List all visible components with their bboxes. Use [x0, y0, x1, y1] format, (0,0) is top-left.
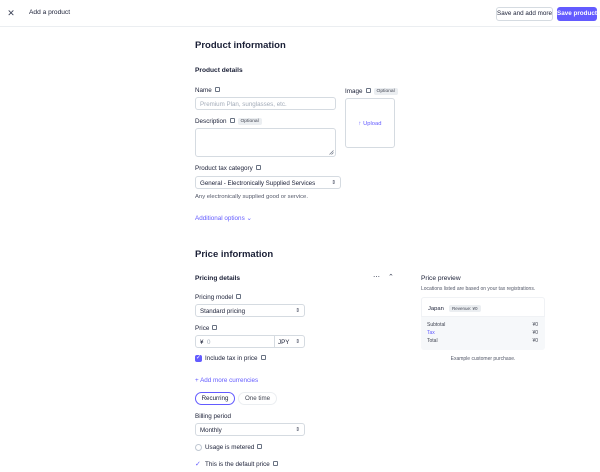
optional-badge: Optional	[237, 118, 262, 125]
billing-period-select[interactable]: Monthly ⇕	[195, 423, 305, 436]
optional-badge: Optional	[373, 88, 398, 95]
tax-category-select[interactable]: General - Electronically Supplied Servic…	[195, 176, 341, 189]
price-placeholder: 0	[207, 339, 211, 346]
tax-category-value: General - Electronically Supplied Servic…	[200, 180, 316, 187]
pricing-model-label: Pricing model	[195, 293, 242, 301]
tax-category-label: Product tax category	[195, 164, 261, 172]
additional-options-link[interactable]: Additional options ⌄	[195, 215, 252, 222]
currency-code: JPY	[278, 339, 290, 346]
usage-metered-label: Usage is metered	[205, 443, 263, 451]
upload-label: Upload	[363, 121, 382, 127]
save-and-add-more-button[interactable]: Save and add more	[496, 7, 553, 21]
recurring-option[interactable]: Recurring	[195, 392, 235, 405]
billing-period-value: Monthly	[200, 427, 222, 434]
plus-icon: +	[195, 377, 199, 384]
product-details-heading: Product details	[195, 67, 243, 74]
price-information-heading: Price information	[195, 249, 274, 260]
info-icon[interactable]	[255, 164, 261, 170]
currency-select[interactable]: JPY ⇕	[275, 336, 304, 347]
preview-country: Japan	[428, 306, 444, 312]
billing-period-label: Billing period	[195, 413, 232, 420]
name-input[interactable]: Premium Plan, sunglasses, etc.	[195, 97, 336, 110]
info-icon[interactable]	[365, 88, 371, 93]
chevron-updown-icon: ⇕	[295, 426, 300, 433]
revenue-badge: Revenue: ¥0	[449, 305, 481, 312]
description-textarea[interactable]	[195, 128, 336, 157]
upload-arrow-icon: ↑	[358, 121, 362, 127]
price-preview-heading: Price preview	[421, 275, 461, 282]
additional-options-label: Additional options	[195, 215, 245, 222]
resize-handle-icon[interactable]	[329, 150, 334, 155]
chevron-down-icon: ⌄	[246, 215, 252, 222]
image-label: Image Optional	[345, 88, 398, 95]
info-icon[interactable]	[257, 443, 263, 449]
add-currencies-label: Add more currencies	[200, 377, 259, 384]
include-tax-label-text: Include tax in price	[205, 355, 258, 362]
tax-value: ¥0	[532, 330, 538, 336]
top-bar: ✕ Add a product Save and add more Save p…	[0, 0, 600, 27]
chevron-up-icon[interactable]: ⌃	[388, 273, 394, 281]
info-icon[interactable]	[260, 354, 266, 360]
pricing-model-value: Standard pricing	[200, 308, 246, 315]
tax-category-help: Any electronically supplied good or serv…	[195, 194, 308, 200]
subtotal-label: Subtotal	[427, 322, 446, 328]
tax-link[interactable]: Tax	[427, 330, 435, 336]
preview-country-row: Japan Revenue: ¥0	[421, 297, 545, 317]
usage-metered-checkbox[interactable]	[195, 444, 202, 451]
name-label: Name	[195, 86, 220, 94]
subtotal-value: ¥0	[532, 322, 538, 328]
pricing-details-heading: Pricing details	[195, 275, 241, 282]
total-value: ¥0	[532, 338, 538, 344]
total-label: Total	[427, 338, 438, 344]
usage-metered-label-text: Usage is metered	[205, 444, 255, 451]
info-icon[interactable]	[212, 324, 218, 330]
default-price-label: This is the default price	[205, 460, 278, 468]
product-information-heading: Product information	[195, 40, 286, 51]
chevron-updown-icon: ⇕	[295, 307, 300, 314]
info-icon[interactable]	[272, 460, 278, 466]
info-icon[interactable]	[214, 86, 220, 92]
info-icon[interactable]	[229, 118, 235, 123]
one-time-option[interactable]: One time	[238, 392, 277, 405]
price-preview-subheading: Locations listed are based on your tax r…	[421, 286, 536, 292]
info-icon[interactable]	[236, 293, 242, 299]
page-title: Add a product	[29, 9, 71, 16]
pricing-model-label-text: Pricing model	[195, 294, 234, 301]
default-price-label-text: This is the default price	[205, 461, 270, 468]
price-preview-card: Japan Revenue: ¥0 Subtotal ¥0 Tax ¥0 Tot…	[421, 297, 545, 350]
name-placeholder: Premium Plan, sunglasses, etc.	[200, 101, 287, 108]
chevron-updown-icon: ⇕	[295, 338, 300, 345]
close-icon[interactable]: ✕	[6, 8, 16, 18]
name-label-text: Name	[195, 87, 212, 94]
pricing-model-select[interactable]: Standard pricing ⇕	[195, 304, 305, 317]
preview-footnote: Example customer purchase.	[450, 356, 516, 362]
image-label-text: Image	[345, 88, 363, 96]
price-input[interactable]: ¥ 0 JPY ⇕	[195, 335, 305, 348]
include-tax-checkbox[interactable]: ✓	[195, 355, 202, 362]
add-more-currencies-link[interactable]: + Add more currencies	[195, 377, 258, 384]
default-price-check-icon[interactable]: ✓	[195, 460, 201, 468]
image-upload-box[interactable]: ↑ Upload	[345, 98, 395, 148]
chevron-updown-icon: ⇕	[331, 179, 336, 186]
tax-category-label-text: Product tax category	[195, 165, 253, 172]
currency-symbol: ¥	[200, 339, 204, 346]
save-product-button[interactable]: Save product	[557, 7, 597, 21]
description-label-text: Description	[195, 118, 227, 126]
price-label: Price	[195, 324, 218, 332]
description-label: Description Optional	[195, 118, 262, 125]
more-options-icon[interactable]: ⋯	[373, 273, 380, 281]
include-tax-label: Include tax in price	[205, 354, 266, 362]
price-label-text: Price	[195, 325, 210, 332]
upload-link[interactable]: ↑ Upload	[346, 121, 394, 127]
